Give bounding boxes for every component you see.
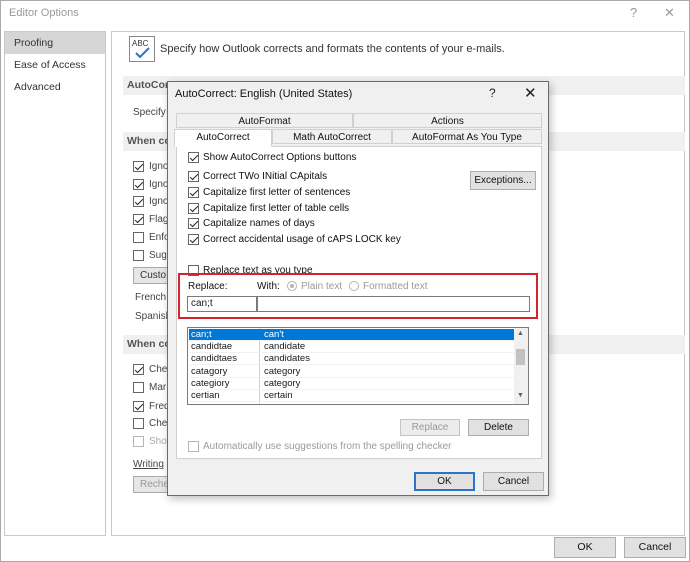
checkbox[interactable]: [133, 214, 144, 225]
dialog-title: AutoCorrect: English (United States): [175, 88, 353, 100]
tab-actions[interactable]: Actions: [353, 113, 542, 128]
dialog-ok-button[interactable]: OK: [414, 472, 475, 491]
nav-item-proofing[interactable]: Proofing: [5, 32, 105, 54]
exceptions-button[interactable]: Exceptions...: [470, 171, 536, 190]
french-modes-label: French: [135, 292, 167, 303]
correct-two-initial-capitals-option[interactable]: Correct TWo INitial CApitals: [188, 171, 327, 182]
list-item[interactable]: certian certain: [189, 390, 515, 402]
checkbox[interactable]: [188, 441, 199, 452]
checkbox[interactable]: [133, 196, 144, 207]
bg-option-4[interactable]: Flag: [133, 214, 168, 225]
close-icon[interactable]: ✕: [664, 5, 675, 21]
scroll-up-icon[interactable]: ▲: [517, 330, 524, 337]
bg-grammar-option-3[interactable]: Freq: [133, 401, 170, 412]
capitalize-names-of-days-option[interactable]: Capitalize names of days: [188, 218, 315, 229]
highlight-box: [178, 273, 538, 319]
window-title: Editor Options: [9, 7, 79, 19]
bg-grammar-option-4[interactable]: Che: [133, 418, 167, 429]
bg-grammar-option-2[interactable]: Mar: [133, 382, 166, 393]
list-item[interactable]: catagory category: [189, 366, 515, 378]
checkbox[interactable]: [188, 203, 199, 214]
outer-cancel-button[interactable]: Cancel: [624, 537, 686, 558]
autocorrect-specify-text: Specify: [133, 107, 166, 118]
checkbox[interactable]: [188, 152, 199, 163]
checkbox[interactable]: [188, 187, 199, 198]
replacement-list[interactable]: can;t can't candidtae candidate candidta…: [187, 327, 529, 405]
checkbox[interactable]: [133, 364, 144, 375]
nav-item-ease-of-access[interactable]: Ease of Access: [5, 54, 105, 76]
tab-autoformat[interactable]: AutoFormat: [176, 113, 353, 128]
list-item[interactable]: can;t can't: [189, 329, 515, 341]
help-icon[interactable]: ?: [630, 5, 637, 20]
delete-button[interactable]: Delete: [468, 419, 529, 436]
bg-option-3[interactable]: Igno: [133, 196, 168, 207]
auto-suggestions-option[interactable]: Automatically use suggestions from the s…: [188, 441, 451, 452]
nav-item-advanced[interactable]: Advanced: [5, 76, 105, 98]
writing-style-label: Writing: [133, 459, 164, 470]
correct-caps-lock-option[interactable]: Correct accidental usage of cAPS LOCK ke…: [188, 234, 401, 245]
checkbox[interactable]: [133, 401, 144, 412]
dialog-cancel-button[interactable]: Cancel: [483, 472, 544, 491]
replace-button[interactable]: Replace: [400, 419, 460, 436]
checkbox[interactable]: [133, 179, 144, 190]
list-scrollbar[interactable]: ▲ ▼: [514, 328, 528, 404]
tab-autoformat-as-you-type[interactable]: AutoFormat As You Type: [392, 129, 542, 144]
spanish-modes-label: Spanish: [135, 311, 172, 322]
dialog-close-icon[interactable]: ✕: [524, 84, 537, 102]
left-nav: Proofing Ease of Access Advanced: [4, 31, 106, 536]
list-item[interactable]: candidtae candidate: [189, 341, 515, 353]
scroll-down-icon[interactable]: ▼: [517, 392, 524, 399]
checkbox[interactable]: [133, 418, 144, 429]
scrollbar-thumb[interactable]: [516, 349, 525, 365]
header-description: Specify how Outlook corrects and formats…: [160, 43, 505, 55]
checkbox[interactable]: [188, 171, 199, 182]
checkbox[interactable]: [188, 234, 199, 245]
checkbox[interactable]: [188, 218, 199, 229]
list-item[interactable]: candidtaes candidates: [189, 353, 515, 365]
checkbox[interactable]: [133, 250, 144, 261]
tab-math-autocorrect[interactable]: Math AutoCorrect: [272, 129, 392, 144]
bg-option-2[interactable]: Igno: [133, 179, 168, 190]
bg-option-5[interactable]: Enfo: [133, 232, 170, 243]
abc-check-icon: ABC: [129, 36, 155, 62]
capitalize-first-letter-sentences-option[interactable]: Capitalize first letter of sentences: [188, 187, 350, 198]
svg-text:ABC: ABC: [132, 39, 149, 48]
outer-ok-button[interactable]: OK: [554, 537, 616, 558]
list-item[interactable]: categiory category: [189, 378, 515, 390]
capitalize-first-letter-table-cells-option[interactable]: Capitalize first letter of table cells: [188, 203, 349, 214]
dialog-help-icon[interactable]: ?: [489, 86, 496, 100]
show-autocorrect-options-option[interactable]: Show AutoCorrect Options buttons: [188, 152, 356, 163]
checkbox[interactable]: [133, 161, 144, 172]
tab-autocorrect[interactable]: AutoCorrect: [174, 129, 272, 147]
checkbox[interactable]: [133, 436, 144, 447]
checkbox[interactable]: [133, 382, 144, 393]
bg-option-1[interactable]: Igno: [133, 161, 168, 172]
checkbox[interactable]: [133, 232, 144, 243]
